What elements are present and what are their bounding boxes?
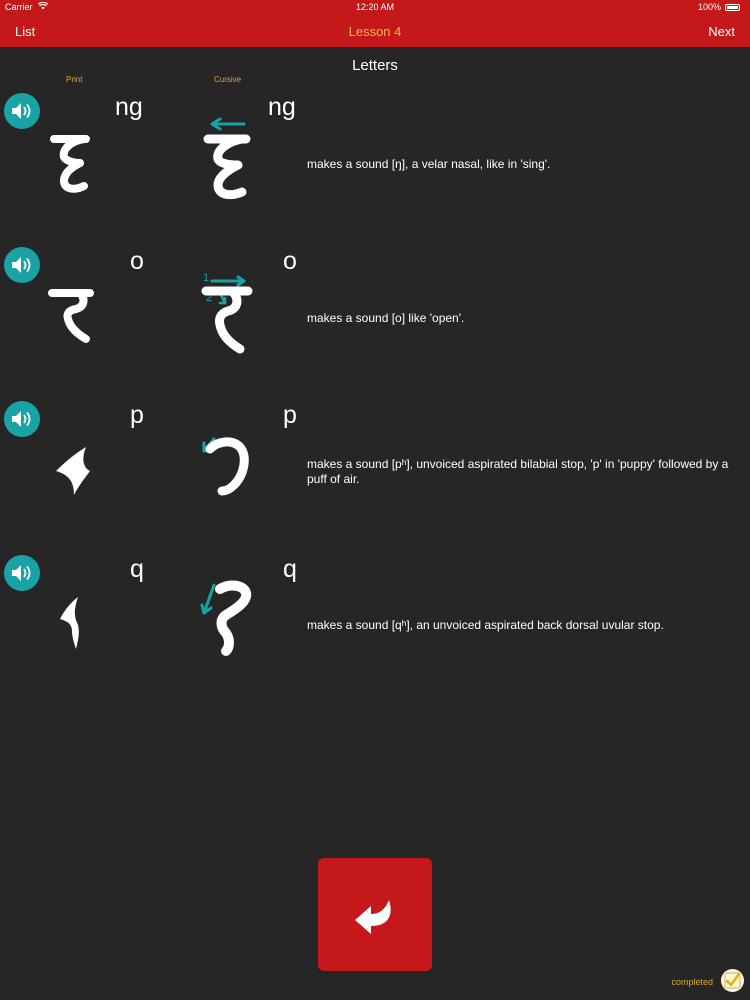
speaker-button[interactable] bbox=[4, 247, 40, 283]
letter-row: p p makes a sound [pʰ], unvoiced aspirat… bbox=[0, 401, 750, 556]
speaker-icon bbox=[12, 257, 31, 273]
print-latin-letter: o bbox=[130, 247, 144, 275]
speaker-icon bbox=[12, 411, 31, 427]
status-battery-text: 100% bbox=[697, 2, 721, 12]
speaker-button[interactable] bbox=[4, 93, 40, 129]
cursive-latin-letter: ng bbox=[268, 93, 296, 121]
speaker-icon bbox=[12, 565, 31, 581]
print-glyph-image bbox=[60, 597, 79, 649]
return-button[interactable] bbox=[318, 858, 432, 971]
letter-description: makes a sound [o] like 'open'. bbox=[307, 311, 465, 325]
speaker-button[interactable] bbox=[4, 555, 40, 591]
speaker-button[interactable] bbox=[4, 401, 40, 437]
cursive-glyph-image bbox=[202, 437, 249, 496]
completed-label: completed bbox=[671, 977, 713, 987]
letter-row: q q makes a sound [qʰ], an unvoiced aspi… bbox=[0, 555, 750, 710]
letter-row: o o 1 2 makes a sound [o] like 'open'. bbox=[0, 247, 750, 402]
letter-description: makes a sound [pʰ], unvoiced aspirated b… bbox=[307, 457, 729, 486]
cursive-glyph-image bbox=[203, 117, 251, 200]
checkmark-icon bbox=[724, 972, 741, 989]
lesson-title: Lesson 4 bbox=[348, 24, 402, 39]
print-latin-letter: ng bbox=[115, 93, 143, 121]
print-latin-letter: p bbox=[130, 401, 144, 429]
cursive-latin-letter: q bbox=[283, 555, 297, 583]
status-time: 12:20 AM bbox=[355, 2, 395, 12]
cursive-glyph-image bbox=[200, 580, 252, 656]
letter-description: makes a sound [ŋ], a velar nasal, like i… bbox=[307, 157, 551, 171]
print-glyph-image bbox=[50, 135, 90, 193]
completed-checkbox[interactable] bbox=[721, 969, 744, 992]
print-latin-letter: q bbox=[130, 555, 144, 583]
section-title: Letters bbox=[352, 57, 398, 74]
print-glyph-image bbox=[56, 447, 90, 495]
letter-row: ng ng makes a sound [ŋ], a velar nasal, … bbox=[0, 93, 750, 248]
cursive-glyph-image: 1 2 bbox=[201, 272, 253, 354]
speaker-icon bbox=[12, 103, 31, 119]
next-button[interactable]: Next bbox=[708, 24, 735, 39]
print-glyph-image bbox=[48, 289, 94, 343]
cursive-latin-letter: o bbox=[283, 247, 297, 275]
navigation-bar: Carrier 12:20 AM 100% List Lesson 4 Next bbox=[0, 0, 750, 47]
return-arrow-icon bbox=[355, 900, 391, 934]
letter-description: makes a sound [qʰ], an unvoiced aspirate… bbox=[307, 618, 664, 632]
stroke-number: 1 bbox=[203, 272, 209, 284]
cursive-latin-letter: p bbox=[283, 401, 297, 429]
battery-icon bbox=[725, 4, 740, 11]
cursive-column-label: Cursive bbox=[214, 75, 242, 84]
print-column-label: Print bbox=[66, 75, 83, 84]
